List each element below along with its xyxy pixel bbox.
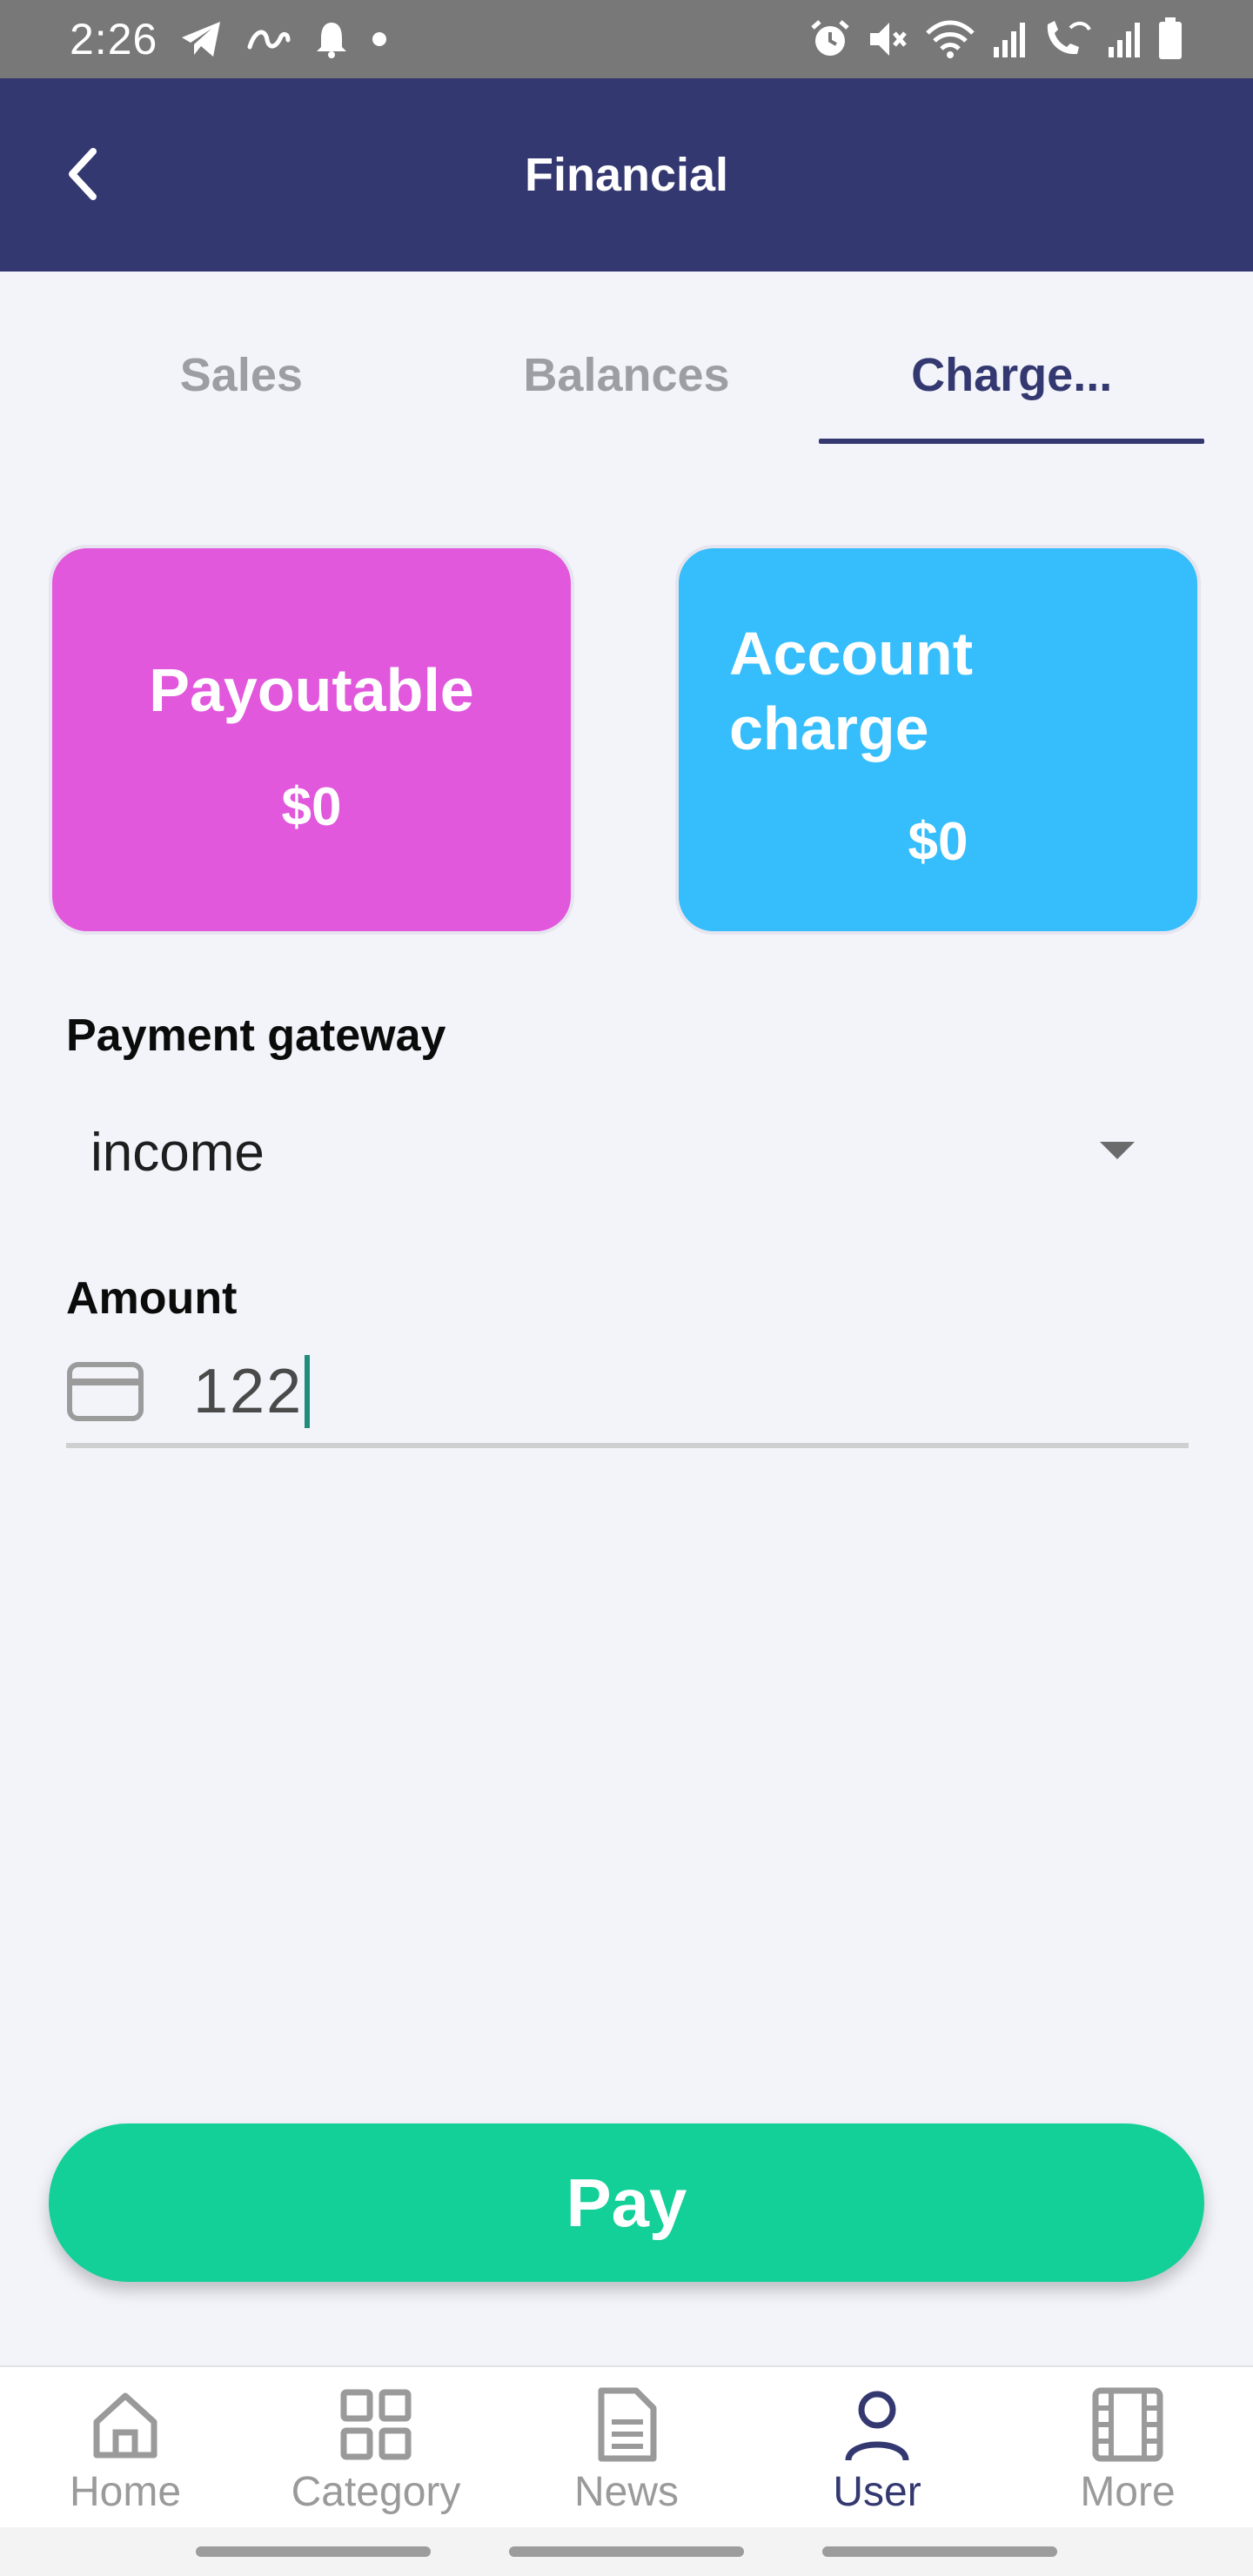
nav-user[interactable]: User [752, 2367, 1002, 2527]
page-title: Financial [524, 149, 729, 201]
app-screen: 2:26 Financial Sales Balances Charge... … [0, 0, 1253, 2576]
tab-bar: Sales Balances Charge... [49, 322, 1204, 446]
account-charge-title: Account charge [729, 620, 973, 762]
grid-icon [334, 2383, 418, 2466]
chevron-left-icon [69, 148, 97, 200]
tab-sales[interactable]: Sales [49, 322, 434, 446]
status-right-icons [809, 13, 1183, 65]
nav-category[interactable]: Category [251, 2367, 501, 2527]
aliexpress-icon [246, 13, 291, 65]
home-icon [84, 2383, 167, 2466]
status-bar: 2:26 [0, 0, 1253, 78]
payment-gateway-select[interactable]: income [66, 1093, 1189, 1211]
credit-card-icon [67, 1362, 144, 1421]
bottom-navigation: Home Category News User More [0, 2365, 1253, 2527]
payoutable-title: Payoutable [149, 656, 474, 724]
payment-gateway-value: income [90, 1122, 265, 1183]
wifi-calling-icon [1042, 13, 1091, 65]
account-charge-card: Account charge $0 [675, 545, 1201, 935]
back-gesture-button[interactable] [822, 2546, 1057, 2557]
dot-icon [372, 13, 387, 65]
nav-more[interactable]: More [1002, 2367, 1253, 2527]
account-charge-value: $0 [908, 812, 968, 872]
wifi-icon [924, 13, 976, 65]
document-icon [585, 2383, 668, 2466]
signal-icon [992, 13, 1027, 65]
nav-home[interactable]: Home [0, 2367, 251, 2527]
dropdown-arrow-icon [1100, 1142, 1135, 1159]
nav-news-label: News [573, 2469, 680, 2515]
telegram-icon [180, 13, 224, 65]
signal-2-icon [1107, 13, 1142, 65]
mute-icon [867, 13, 908, 65]
payment-gateway-label: Payment gateway [66, 1010, 446, 1061]
nav-home-label: Home [69, 2469, 182, 2515]
film-icon [1086, 2383, 1169, 2466]
payoutable-value: $0 [281, 777, 342, 837]
status-left-icons [180, 13, 387, 65]
back-button[interactable] [49, 139, 118, 209]
payoutable-card: Payoutable $0 [49, 545, 574, 935]
nav-category-label: Category [291, 2469, 461, 2515]
alarm-icon [809, 13, 851, 65]
nav-more-label: More [1080, 2469, 1176, 2515]
notification-bell-icon [314, 13, 349, 65]
battery-icon [1157, 13, 1183, 65]
app-header: Financial [0, 78, 1253, 272]
recents-button[interactable] [196, 2546, 431, 2557]
pay-button[interactable]: Pay [49, 2123, 1204, 2282]
system-navigation-bar [0, 2527, 1253, 2576]
nav-user-label: User [833, 2469, 921, 2515]
tab-balances[interactable]: Balances [434, 322, 820, 446]
amount-input[interactable]: 122 [66, 1340, 1189, 1448]
status-time: 2:26 [70, 15, 158, 64]
home-gesture-bar[interactable] [509, 2546, 744, 2557]
nav-news[interactable]: News [501, 2367, 752, 2527]
user-icon [835, 2383, 919, 2466]
amount-label: Amount [66, 1273, 238, 1324]
text-cursor [305, 1355, 311, 1428]
tab-charge[interactable]: Charge... [819, 322, 1204, 446]
amount-value: 122 [193, 1357, 304, 1426]
